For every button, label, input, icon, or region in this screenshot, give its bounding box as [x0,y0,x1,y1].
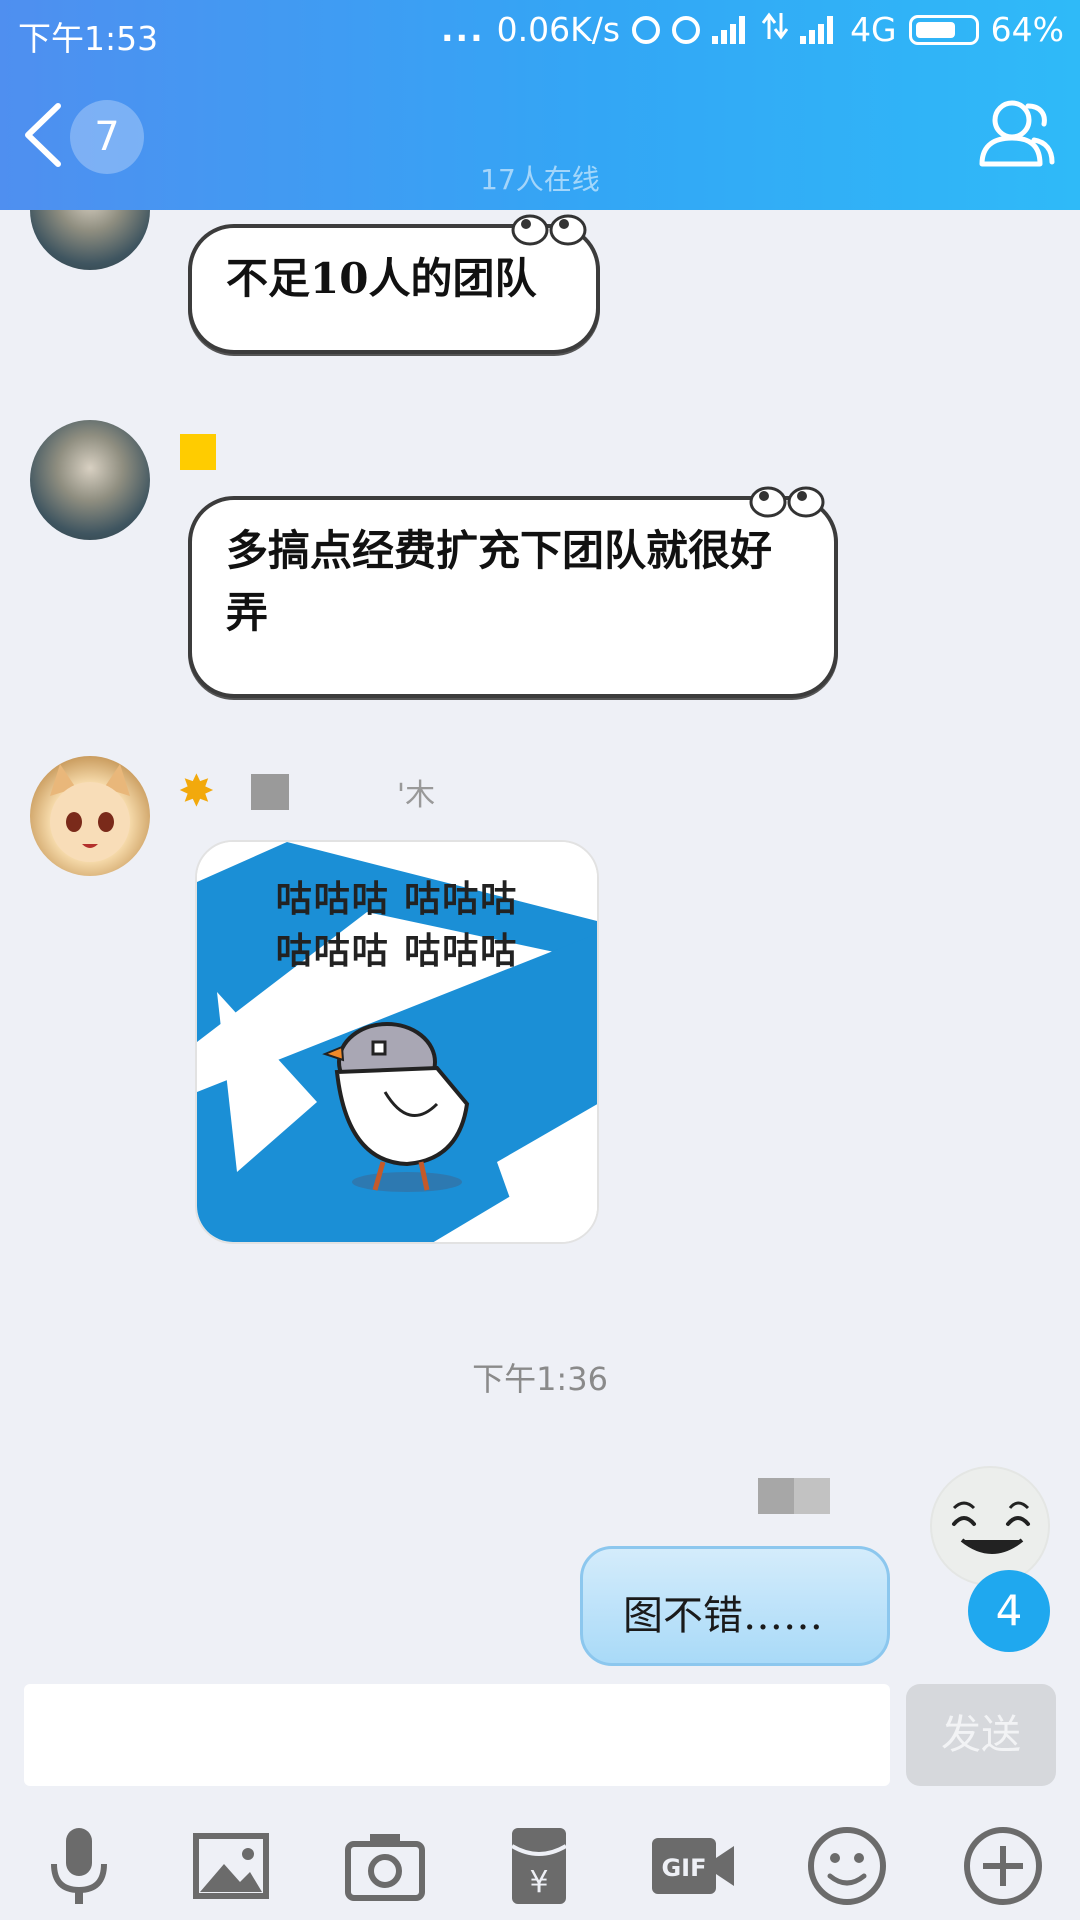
sticker-caption: 咕咕咕 咕咕咕 [275,931,519,972]
bubble-eyes-icon [749,486,825,518]
microphone-icon [51,1828,107,1904]
signal-icon-2 [800,15,838,44]
message-timestamp: 下午1:36 [472,1360,608,1398]
avatar[interactable] [30,210,150,270]
message-input[interactable] [24,1684,890,1786]
sender-name-text: '木 [396,778,436,813]
image-icon [193,1833,269,1899]
status-bar: 下午1:53 ... 0.06K/s 4G 64% [0,0,1080,62]
gif-icon: GIF [652,1838,734,1894]
my-message-bubble[interactable]: 图不错…… [580,1546,890,1666]
input-row: 发送 [0,1670,1080,1800]
svg-text:¥: ¥ [529,1865,548,1900]
sender-name: ✸ '木 [178,766,436,817]
more-dots: ... [441,10,485,49]
unread-count-badge[interactable]: 4 [968,1570,1050,1652]
message-bubble[interactable]: 多搞点经费扩充下团队就很好弄 [188,486,838,698]
signal-icon [712,15,750,44]
my-name [758,1478,830,1514]
group-members-button[interactable] [976,96,1056,172]
star-badge-icon: ✸ [178,766,215,817]
status-indicators: ... 0.06K/s 4G 64% [441,10,1064,49]
status-time: 下午1:53 [18,19,159,58]
sticker-image[interactable]: 咕咕咕 咕咕咕 咕咕咕 咕咕咕 [195,840,599,1244]
redacted-name [250,774,289,810]
message-text: 不足10人的团队 [226,254,537,303]
battery-icon [908,14,979,45]
sticker-caption: 咕咕咕 咕咕咕 [275,879,519,920]
bubble-eyes-icon [511,214,587,246]
camera-button[interactable] [340,1824,430,1908]
network-type: 4G [850,10,897,49]
alarm-icon [672,15,701,44]
message-text: 多搞点经费扩充下团队就很好弄 [226,526,773,637]
chat-area[interactable]: 不足10人的团队 多搞点经费扩充下团队就很好弄 ✸ '木 咕咕咕 咕咕咕 咕咕咕… [0,210,1080,1670]
image-button[interactable] [186,1824,276,1908]
net-speed: 0.06K/s [496,10,621,49]
red-packet-button[interactable]: ¥ [494,1824,584,1908]
red-packet-icon: ¥ [510,1828,568,1904]
sender-name [180,432,216,472]
my-avatar[interactable] [930,1466,1050,1586]
chat-header: 下午1:53 ... 0.06K/s 4G 64% 7 17人在线 [0,0,1080,210]
message-text: 图不错…… [623,1593,823,1639]
emoji-button[interactable] [802,1824,892,1908]
redacted-name [794,1478,830,1514]
anime-avatar-icon [50,764,130,862]
voice-button[interactable] [34,1824,124,1908]
emoji-icon [808,1827,886,1905]
avatar[interactable] [30,420,150,540]
plus-icon [964,1827,1042,1905]
camera-icon [345,1834,425,1901]
smiley-face-icon [952,1501,1030,1554]
data-transfer-icon [761,10,789,49]
group-members-icon [979,100,1055,167]
battery-level: 64% [990,10,1064,49]
online-status: 17人在线 [480,163,600,196]
svg-text:GIF: GIF [661,1854,706,1882]
avatar[interactable] [30,756,150,876]
more-button[interactable] [958,1824,1048,1908]
message-bubble[interactable]: 不足10人的团队 [188,214,600,354]
sync-icon [632,15,661,44]
send-button[interactable]: 发送 [906,1684,1056,1786]
redacted-name [758,1478,794,1514]
level-badge-icon [180,434,216,470]
gif-button[interactable]: GIF [648,1824,738,1908]
input-toolbar: ¥ GIF [0,1800,1080,1920]
